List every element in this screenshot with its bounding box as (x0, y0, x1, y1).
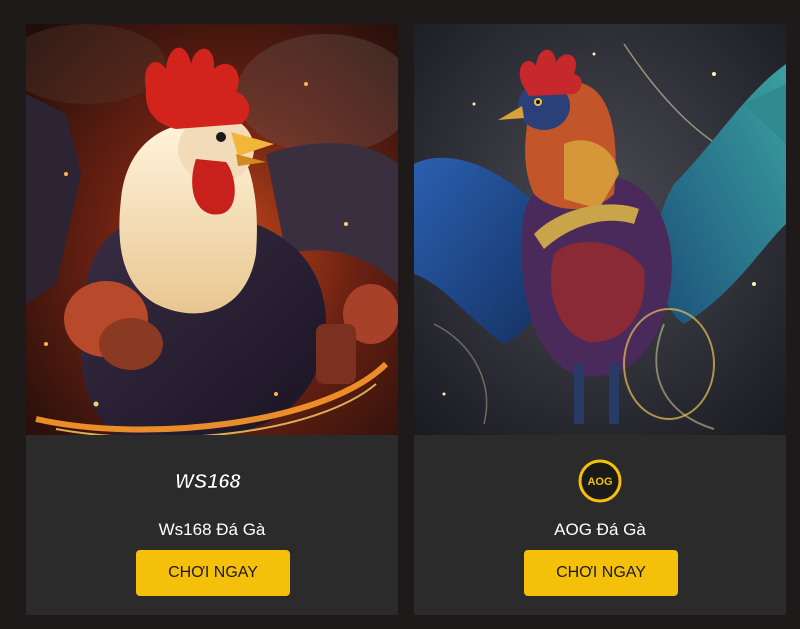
game-grid: WS168 Ws168 Đá Gà CHƠI NGAY AOG AOG Đá G… (0, 0, 800, 629)
blue-rooster-flying-image[interactable] (414, 24, 786, 435)
game-title: Ws168 Đá Gà (158, 520, 266, 539)
game-card-aog[interactable]: AOG AOG Đá Gà CHƠI NGAY (414, 24, 786, 615)
fire-rooster-fighter-image[interactable] (26, 24, 398, 435)
play-now-button[interactable]: CHƠI NGAY (524, 550, 678, 596)
svg-text:AOG: AOG (587, 476, 612, 488)
ws168-logo: WS168 (26, 454, 398, 508)
game-title: AOG Đá Gà (554, 520, 646, 539)
aog-logo: AOG (414, 454, 786, 508)
game-card-ws168[interactable]: WS168 Ws168 Đá Gà CHƠI NGAY (26, 24, 398, 615)
play-now-button[interactable]: CHƠI NGAY (136, 550, 290, 596)
ws168-logo-mark: WS168 (175, 471, 242, 494)
aog-logo-mark: AOG (578, 459, 622, 503)
